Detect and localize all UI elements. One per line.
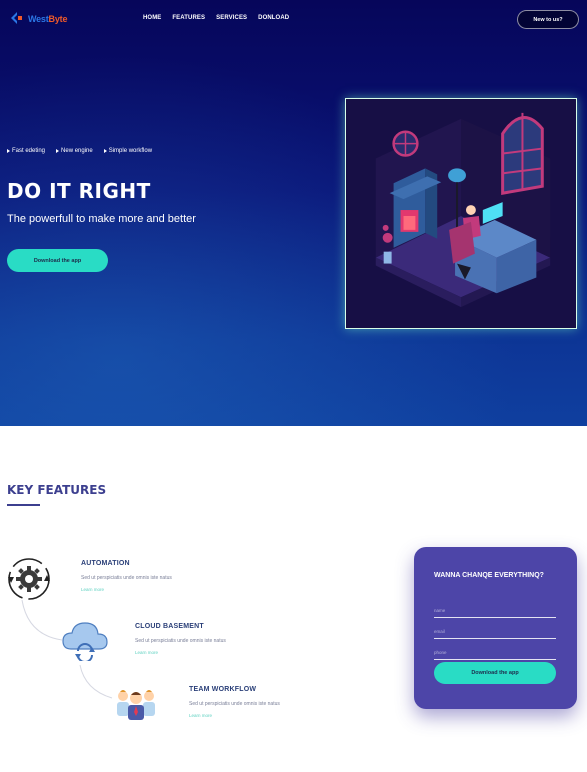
feature-cloud-basement: CLOUD BASEMENT Sed ut perspiciatis unde … xyxy=(135,623,226,655)
main-nav: HOME FEATURES SERVICES DONLOAD xyxy=(143,15,289,21)
phone-input[interactable] xyxy=(434,650,556,658)
nav-item-download[interactable]: DONLOAD xyxy=(258,15,289,21)
learn-more-link[interactable]: Learn more xyxy=(189,713,280,718)
brand-logo[interactable]: WestByte xyxy=(9,11,67,27)
feature-title: AUTOMATION xyxy=(81,560,130,567)
signup-card-title: WANNA CHANQE EVERYTHINQ? xyxy=(434,572,544,579)
feature-automation: AUTOMATION Sed ut perspiciatis unde omni… xyxy=(81,560,172,592)
name-input[interactable] xyxy=(434,608,556,616)
hero-feature-label: New engine xyxy=(61,148,93,154)
hero-section: WestByte HOME FEATURES SERVICES DONLOAD … xyxy=(0,0,587,426)
gear-icon xyxy=(8,558,50,600)
cloud-feature-icon xyxy=(61,619,109,666)
feature-team-workflow: TEAM WORKFLOW Sed ut perspiciatis unde o… xyxy=(189,686,280,718)
phone-field xyxy=(434,641,556,660)
team-icon xyxy=(117,690,155,720)
email-input[interactable] xyxy=(434,629,556,637)
hero-title: DO IT RIGHT xyxy=(7,179,151,203)
nav-item-home[interactable]: HOME xyxy=(143,15,161,21)
feature-title: TEAM WORKFLOW xyxy=(189,686,257,693)
logo-text: WestByte xyxy=(28,14,67,24)
cloud-sync-icon xyxy=(62,622,108,663)
learn-more-link[interactable]: Learn more xyxy=(135,650,226,655)
card-download-app-button[interactable]: Download the app xyxy=(434,662,556,684)
logo-icon xyxy=(11,12,22,24)
feature-description: Sed ut perspiciatis unde omnis iste natu… xyxy=(81,575,172,581)
download-app-button[interactable]: Download the app xyxy=(7,249,108,272)
new-to-us-button[interactable]: New to us? xyxy=(517,10,579,29)
feature-description: Sed ut perspiciatis unde omnis iste natu… xyxy=(189,701,280,707)
hero-feature-label: Fast edeting xyxy=(12,148,46,154)
title-underline xyxy=(7,504,40,506)
hero-subtitle: The powerfull to make more and better xyxy=(7,213,196,225)
name-field xyxy=(434,599,556,618)
logo-text-byte: Byte xyxy=(48,14,68,24)
isometric-room-illustration-icon xyxy=(346,99,576,328)
hero-feature-item: Simple workflow xyxy=(103,148,153,154)
triangle-bullet-icon xyxy=(56,149,60,153)
triangle-bullet-icon xyxy=(103,149,107,153)
key-features-title: KEY FEATURES xyxy=(7,483,107,497)
automation-feature-icon xyxy=(7,557,51,606)
learn-more-link[interactable]: Learn more xyxy=(81,587,172,592)
email-field xyxy=(434,620,556,639)
signup-card: WANNA CHANQE EVERYTHINQ? Download the ap… xyxy=(414,547,577,709)
hero-illustration xyxy=(345,98,577,329)
logo-text-west: West xyxy=(28,14,49,24)
team-feature-icon xyxy=(115,686,157,725)
feature-title: CLOUD BASEMENT xyxy=(135,623,204,630)
triangle-bullet-icon xyxy=(7,149,10,153)
hero-feature-label: Simple workflow xyxy=(108,148,153,154)
nav-item-features[interactable]: FEATURES xyxy=(172,15,205,21)
hero-feature-item: Fast edeting xyxy=(7,148,45,154)
hero-feature-list: Fast edeting New engine Simple workflow xyxy=(7,148,152,154)
feature-description: Sed ut perspiciatis unde omnis iste natu… xyxy=(135,638,226,644)
nav-item-services[interactable]: SERVICES xyxy=(216,15,247,21)
hero-feature-item: New engine xyxy=(56,148,93,154)
